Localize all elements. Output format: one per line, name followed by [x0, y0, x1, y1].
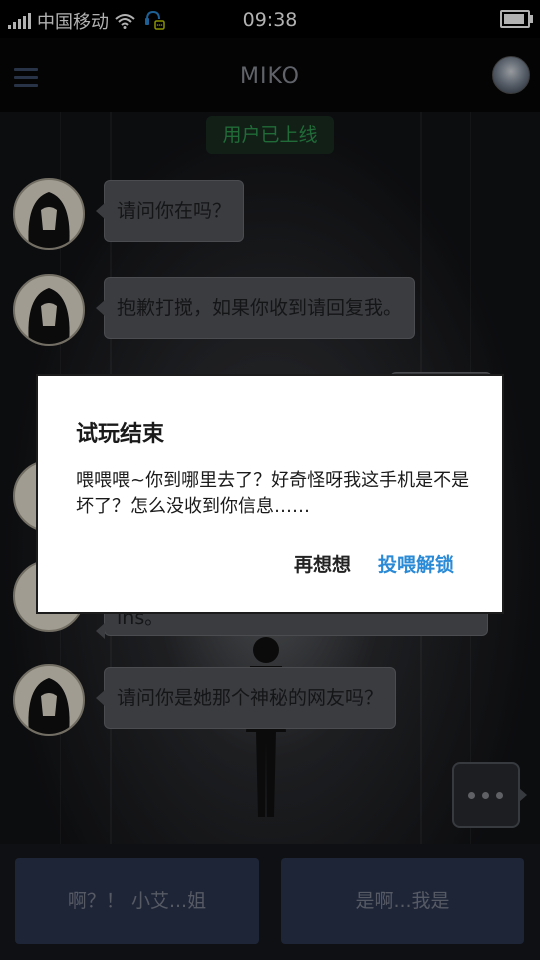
dialog-title: 试玩结束 [76, 422, 165, 447]
unlock-button[interactable]: 投喂解锁 [378, 550, 454, 577]
cancel-button[interactable]: 再想想 [294, 550, 351, 577]
trial-ended-dialog: 试玩结束 喂喂喂~你到哪里去了？好奇怪呀我这手机是不是坏了？怎么没收到你信息……… [36, 374, 504, 614]
dialog-message: 喂喂喂~你到哪里去了？好奇怪呀我这手机是不是坏了？怎么没收到你信息…… [76, 470, 470, 517]
